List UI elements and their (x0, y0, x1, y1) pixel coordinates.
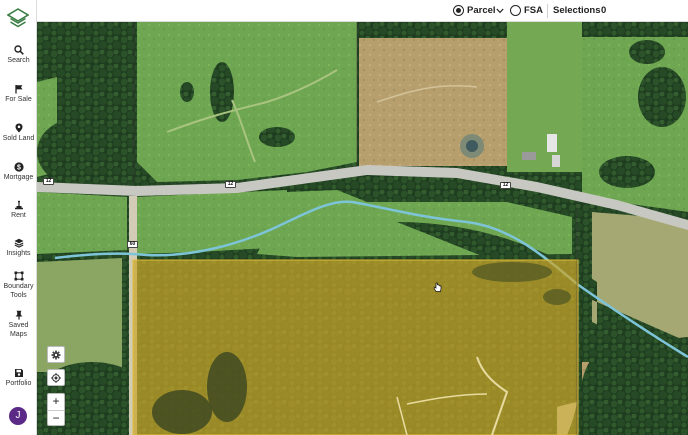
sidebar-item-label: Insights (6, 250, 31, 257)
parcel-radio[interactable] (453, 5, 464, 16)
map-canvas[interactable]: 12 12 12 60 (37, 22, 688, 435)
fsa-radio[interactable] (510, 5, 521, 16)
divider (547, 4, 548, 18)
svg-text:$: $ (17, 165, 21, 172)
save-icon (14, 369, 23, 377)
locate-button[interactable] (47, 369, 65, 386)
gear-icon (51, 350, 61, 359)
sidebar-item-label: Search (7, 57, 30, 64)
flag-icon (14, 85, 22, 94)
zoom-control: + − (47, 393, 65, 426)
sidebar-item-sold-land[interactable]: Sold Land (0, 123, 37, 144)
sidebar-item-saved-maps[interactable]: Saved Maps (0, 310, 37, 339)
road-shield: 12 (225, 181, 236, 188)
sidebar-item-label: Maps (9, 330, 28, 338)
sidebar-item-label: Tools (10, 291, 27, 299)
sidebar-item-mortgage[interactable]: $ Mortgage (0, 162, 37, 183)
app-logo[interactable] (7, 8, 29, 30)
road-shield: 60 (127, 241, 138, 248)
locate-icon (51, 372, 61, 383)
settings-button[interactable] (47, 346, 65, 363)
road-shield: 12 (500, 182, 511, 189)
chevron-down-icon[interactable] (496, 8, 504, 14)
fsa-label[interactable]: FSA (524, 5, 543, 17)
pin-icon (15, 310, 22, 320)
top-bar: Parcel FSA Selections 0 (37, 0, 688, 22)
sidebar-item-boundary-tools[interactable]: Boundary Tools (0, 271, 37, 300)
sidebar-item-label: Rent (11, 212, 26, 219)
sidebar-item-label: Sold Land (2, 135, 35, 142)
avatar[interactable]: J (9, 407, 27, 425)
sidebar-item-label: Portfolio (5, 380, 32, 387)
sidebar-item-label: For Sale (5, 96, 32, 103)
sidebar-item-for-sale[interactable]: For Sale (0, 84, 37, 105)
layers-icon (14, 238, 23, 248)
parcel-label[interactable]: Parcel (467, 5, 496, 17)
road-shield: 12 (43, 178, 54, 185)
sidebar-item-label: Boundary (3, 283, 34, 290)
zoom-out-button[interactable]: − (48, 410, 64, 426)
sidebar-item-label: Mortgage (3, 174, 34, 181)
boundary-icon (14, 271, 23, 281)
location-pin-icon (15, 123, 22, 133)
search-icon (13, 45, 24, 55)
sidebar: Search For Sale Sold Land $ Mortgage Ren… (0, 0, 37, 435)
zoom-in-button[interactable]: + (48, 394, 64, 410)
selections-label: Selections (553, 5, 601, 16)
rent-icon (14, 200, 23, 210)
sidebar-item-insights[interactable]: Insights (0, 238, 37, 259)
sidebar-item-label: Saved (8, 322, 29, 329)
sidebar-item-rent[interactable]: Rent (0, 200, 37, 221)
dollar-icon: $ (13, 162, 24, 172)
sidebar-item-portfolio[interactable]: Portfolio (0, 368, 37, 389)
selections-count: 0 (601, 5, 607, 16)
sidebar-item-search[interactable]: Search (0, 45, 37, 66)
satellite-imagery (37, 22, 688, 435)
hand-cursor-icon (433, 282, 442, 292)
